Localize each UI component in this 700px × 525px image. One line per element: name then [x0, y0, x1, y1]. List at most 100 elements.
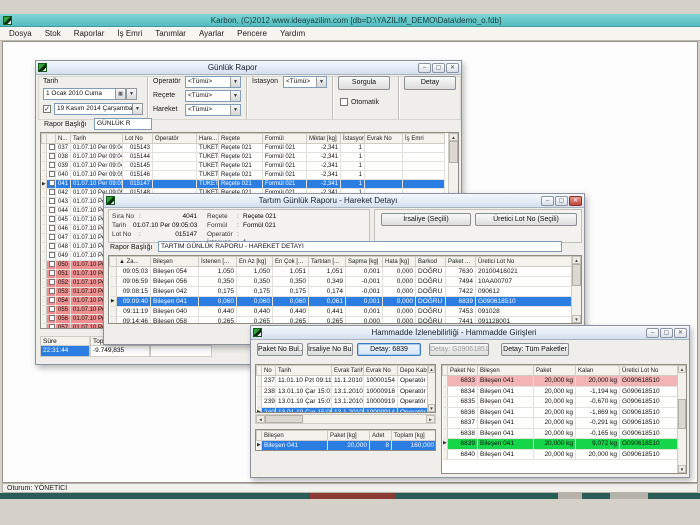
table-row[interactable]: 6833Bileşen 04120,000 kg20,000 kgG090618… [443, 376, 680, 387]
detay-button[interactable]: Detay [404, 76, 456, 90]
scroll-down-icon[interactable]: ▼ [572, 315, 581, 323]
column-header[interactable]: Paket [534, 366, 576, 376]
row-checkbox[interactable] [49, 180, 55, 186]
detay-paket-button[interactable]: Detay: 6839 [357, 343, 421, 356]
column-header[interactable]: En Çok [... [273, 257, 309, 267]
scroll-thumb[interactable] [678, 399, 686, 429]
column-header[interactable]: Evrak No [364, 366, 398, 376]
column-header[interactable]: Reçete [219, 134, 263, 144]
menu-stok[interactable]: Stok [45, 29, 61, 38]
scroll-down-icon[interactable]: ▼ [678, 465, 686, 473]
menu-ayarlar[interactable]: Ayarlar [199, 29, 224, 38]
scroll-thumb[interactable] [572, 264, 581, 286]
date-to-checkbox[interactable]: ✓ [43, 105, 51, 113]
sorgula-button[interactable]: Sorgula [338, 76, 390, 90]
table-row[interactable]: 6837Bileşen 04120,000 kg-0,291 kgG090618… [443, 418, 680, 429]
table-row[interactable]: 6834Bileşen 04120,000 kg-1,194 kgG090618… [443, 386, 680, 397]
hammadde-paket-grid[interactable]: ▲ ▼ Paket NoBileşenPaketKalanÜretici Lot… [441, 364, 687, 474]
scroll-up-icon[interactable]: ▲ [428, 365, 435, 373]
menu-pencere[interactable]: Pencere [237, 29, 267, 38]
hareket-combo[interactable]: <Tümü>▼ [185, 104, 241, 116]
scroll-track[interactable] [303, 415, 426, 423]
column-header[interactable]: Paket No [448, 366, 478, 376]
column-header[interactable]: Üretici Lot No [476, 257, 572, 267]
column-header[interactable]: Hata [kg] [383, 257, 416, 267]
row-checkbox[interactable] [49, 261, 55, 267]
scroll-thumb[interactable] [265, 415, 303, 423]
menu-tanimlar[interactable]: Tanımlar [155, 29, 186, 38]
row-checkbox[interactable] [49, 225, 55, 231]
column-header[interactable] [110, 257, 117, 267]
scroll-thumb[interactable] [449, 141, 458, 163]
close-icon[interactable]: ✕ [446, 63, 459, 73]
table-row[interactable]: 03901.07.10 Per 09:04:44015145TÜKETİReçe… [42, 162, 445, 171]
column-header[interactable]: No [262, 366, 276, 376]
row-checkbox[interactable] [49, 207, 55, 213]
scroll-up-icon[interactable]: ▲ [449, 133, 458, 141]
table-row[interactable]: 23813.01.10 Çar 15:01:2813.1.20101000091… [257, 386, 430, 397]
tartim-grid-scrollbar[interactable]: ▲ ▼ [571, 256, 581, 323]
column-header[interactable]: Tarih [276, 366, 332, 376]
table-row[interactable]: 6835Bileşen 04120,000 kg-0,670 kgG090618… [443, 397, 680, 408]
table-row[interactable]: 09:14:46Bileşen 0580,2650,2650,2650,2650… [110, 317, 572, 325]
row-checkbox[interactable] [49, 189, 55, 195]
column-header[interactable]: Toplam [kg] [392, 431, 437, 441]
scroll-up-icon[interactable]: ▲ [572, 256, 581, 264]
column-header[interactable]: Formül [263, 134, 307, 144]
table-row[interactable]: 09:11:19Bileşen 0400,4400,4400,4400,4410… [110, 307, 572, 317]
row-checkbox[interactable] [49, 162, 55, 168]
row-checkbox[interactable] [49, 198, 55, 204]
table-row[interactable]: 09:06:59Bileşen 0560,3500,3500,3500,349-… [110, 277, 572, 287]
maximize-icon[interactable]: ▢ [660, 328, 673, 338]
otomatik-checkbox[interactable] [340, 98, 348, 106]
column-header[interactable]: Tartılan [... [309, 257, 346, 267]
calendar-icon[interactable]: ▦ [115, 88, 126, 100]
table-row[interactable]: ▶04101.07.10 Per 09:05:03015147TÜKETİReç… [42, 180, 445, 189]
minimize-icon[interactable]: – [418, 63, 431, 73]
column-header[interactable]: Depo Kabul [398, 366, 430, 376]
row-checkbox[interactable] [49, 216, 55, 222]
rapor-basligi-input[interactable]: GÜNLÜK R [94, 118, 152, 130]
table-row[interactable]: 09:05:03Bileşen 0541,0501,0501,0511,0510… [110, 267, 572, 277]
column-header[interactable]: Barkod [416, 257, 446, 267]
column-header[interactable]: Sapma [kg] [346, 257, 383, 267]
row-checkbox[interactable] [49, 288, 55, 294]
table-row[interactable]: 23913.01.10 Çar 15:07:2013.1.20101000091… [257, 397, 430, 408]
row-checkbox[interactable] [49, 306, 55, 312]
table-row[interactable]: ▶Bileşen 04120,0008160,000 [257, 441, 437, 452]
row-checkbox[interactable] [49, 252, 55, 258]
column-header[interactable]: ▲ Za... [117, 257, 151, 267]
column-header[interactable]: Kalan [576, 366, 620, 376]
row-checkbox[interactable] [49, 324, 55, 329]
detay-tum-paketler-button[interactable]: Detay: Tüm Paketler [501, 343, 569, 356]
column-header[interactable]: En Az [kg] [237, 257, 273, 267]
column-header[interactable] [47, 134, 56, 144]
istasyon-combo[interactable]: <Tümü>▼ [283, 76, 327, 88]
table-row[interactable]: 09:08:15Bileşen 0420,1750,1750,1750,174-… [110, 287, 572, 297]
close-icon[interactable]: ✕ [674, 328, 687, 338]
column-header[interactable]: Hare... [197, 134, 219, 144]
rapor-basligi-input[interactable]: TARTIM GÜNLÜK RAPORU - HAREKET DETAYI [158, 241, 562, 252]
scroll-up-icon[interactable]: ▲ [678, 365, 686, 373]
operator-combo[interactable]: <Tümü>▼ [185, 76, 241, 88]
table-row[interactable]: 23711.01.10 Pzt 09:11:0611.1.20101000015… [257, 376, 430, 387]
column-header[interactable]: Bileşen [262, 431, 328, 441]
column-header[interactable]: Evrak Tarih [332, 366, 364, 376]
scroll-left-icon[interactable]: ◄ [256, 415, 265, 423]
minimize-icon[interactable]: – [646, 328, 659, 338]
row-checkbox[interactable] [49, 270, 55, 276]
column-header[interactable]: Üretici Lot No [620, 366, 680, 376]
date-to-field[interactable]: 19 Kasım 2014 Çarşamba [54, 103, 133, 115]
menu-is-emri[interactable]: İş Emri [117, 29, 142, 38]
close-icon[interactable]: ✕ [569, 196, 582, 206]
column-header[interactable]: Tarih [71, 134, 123, 144]
menu-raporlar[interactable]: Raporlar [74, 29, 105, 38]
row-checkbox[interactable] [49, 297, 55, 303]
column-header[interactable]: Paket ... [446, 257, 476, 267]
paket-grid-scrollbar[interactable]: ▲ ▼ [677, 365, 686, 473]
table-row[interactable]: 6840Bileşen 04120,000 kg20,000 kgG090618… [443, 449, 680, 460]
column-header[interactable]: Evrak No [365, 134, 403, 144]
menu-yardim[interactable]: Yardım [280, 29, 305, 38]
table-row[interactable]: 03701.07.10 Per 09:04:38015143TÜKETİReçe… [42, 144, 445, 153]
row-checkbox[interactable] [49, 171, 55, 177]
